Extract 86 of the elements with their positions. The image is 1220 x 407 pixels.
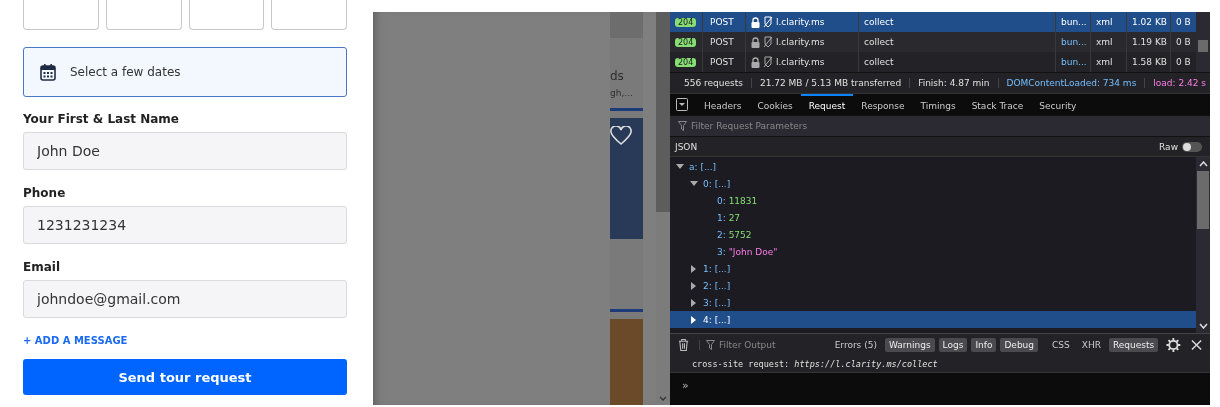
panel-toggle-icon[interactable] <box>676 98 688 111</box>
tree-row[interactable]: a: [...] <box>670 158 1196 175</box>
tree-row[interactable]: 2: 5752 <box>670 226 1196 243</box>
tree-row[interactable]: 3: "John Doe" <box>670 243 1196 260</box>
tab[interactable]: Cookies <box>749 94 801 115</box>
raw-toggle[interactable] <box>1182 141 1202 152</box>
send-button[interactable]: Send tour request <box>23 359 347 395</box>
photo-placeholder <box>610 12 643 38</box>
tree-row[interactable]: 3: [...] <box>670 294 1196 311</box>
log-filter-button[interactable]: Requests <box>1108 338 1159 352</box>
tab[interactable]: Stack Trace <box>963 94 1032 115</box>
chevron-up-icon[interactable] <box>1198 161 1208 167</box>
calendar-icon <box>40 63 56 81</box>
input-field[interactable]: John Doe <box>23 132 347 170</box>
tab[interactable]: Security <box>1031 94 1085 115</box>
lock-icon <box>751 36 760 48</box>
tab[interactable]: Timings <box>912 94 964 115</box>
log-filter-button[interactable]: Debug <box>1000 338 1039 352</box>
log-filter-button[interactable]: XHR <box>1077 338 1105 352</box>
status-badge: 204 <box>675 37 697 47</box>
lock-icon <box>751 56 760 68</box>
trash-icon[interactable] <box>678 338 690 352</box>
filter-field[interactable]: Filter Request Parameters <box>670 115 1210 136</box>
field-label: Your First & Last Name <box>23 112 180 126</box>
output-filter-field[interactable]: Filter Output <box>699 340 817 350</box>
tracker-icon <box>763 56 773 68</box>
filter-icon <box>706 340 716 350</box>
heart-icon[interactable] <box>610 126 632 146</box>
request-row[interactable]: 204 POST l.clarity.ms collect bun... xml 1.02 KB 0 B <box>670 12 1196 32</box>
tree-row[interactable]: 0: 11831 <box>670 192 1196 209</box>
filter-icon <box>678 121 687 131</box>
tracker-icon <box>763 16 773 28</box>
disclosure-triangle-icon[interactable] <box>690 281 698 290</box>
scrollbar[interactable] <box>1196 157 1210 333</box>
disclosure-triangle-icon[interactable] <box>690 315 698 324</box>
domain-cell: l.clarity.ms <box>776 37 825 47</box>
status-badge: 204 <box>675 17 697 27</box>
console-prompt: » <box>682 379 689 392</box>
listing-title: ds <box>610 69 625 83</box>
listing-address: gh,... <box>610 88 634 98</box>
date-picker-placeholder: Select a few dates <box>70 65 181 79</box>
request-count: 556 requests <box>676 78 752 88</box>
disclosure-triangle-icon[interactable] <box>690 179 698 188</box>
tree-row[interactable]: 1: 27 <box>670 209 1196 226</box>
disclosure-triangle-icon[interactable] <box>690 298 698 307</box>
finish-time: Finish: 4.87 min <box>910 78 999 88</box>
size-cell-text: 0 B <box>1175 16 1192 29</box>
log-filter-button[interactable]: Info <box>971 338 997 352</box>
log-filter-button[interactable]: CSS <box>1048 338 1074 352</box>
domain-cell: l.clarity.ms <box>776 17 825 27</box>
transferred-summary: 21.72 MB / 5.13 MB transferred <box>751 78 911 88</box>
size-cell-text: 0 B <box>1175 36 1192 49</box>
disclosure-triangle-icon[interactable] <box>676 162 684 171</box>
raw-label: Raw <box>1159 141 1178 152</box>
status-badge: 204 <box>675 57 697 67</box>
tree-row[interactable]: 2: [...] <box>670 277 1196 294</box>
log-filter-button[interactable]: Errors (5) <box>830 338 881 352</box>
request-row[interactable]: 204 POST l.clarity.ms collect bun... xml 1.19 KB 0 B <box>670 32 1196 52</box>
scrollbar[interactable] <box>1196 12 1210 72</box>
input-field[interactable]: johndoe@gmail.com <box>23 280 347 318</box>
date-picker[interactable]: Select a few dates <box>23 47 347 97</box>
tree-row[interactable]: 1: [...] <box>670 260 1196 277</box>
add-message-link[interactable]: + ADD A MESSAGE <box>23 335 347 346</box>
json-header: JSON <box>675 141 698 152</box>
field-label: Email <box>23 260 62 274</box>
tab[interactable]: Response <box>853 94 913 115</box>
size-cell-text: 0 B <box>1175 56 1192 69</box>
field-label: Phone <box>23 186 67 200</box>
page-scrollbar[interactable] <box>656 12 670 405</box>
tree-row[interactable]: 0: [...] <box>670 175 1196 192</box>
tree-row[interactable]: 4: [...] <box>670 311 1196 328</box>
tab[interactable]: Headers <box>696 94 750 115</box>
filter-placeholder: Filter Request Parameters <box>691 121 808 131</box>
dom-loaded-time: DOMContentLoaded: 734 ms <box>998 78 1146 88</box>
console-message: cross-site request: https://l.clarity.ms/collect <box>670 356 1210 372</box>
tracker-icon <box>763 36 773 48</box>
load-time: load: 2.42 s <box>1152 78 1208 88</box>
close-icon[interactable] <box>1190 339 1202 351</box>
filter-placeholder: Filter Output <box>719 340 776 350</box>
lock-icon <box>751 16 760 28</box>
input-field[interactable]: 1231231234 <box>23 206 347 244</box>
log-filter-button[interactable]: Warnings <box>884 338 935 352</box>
settings-icon[interactable] <box>1166 337 1181 353</box>
domain-cell: l.clarity.ms <box>776 57 825 67</box>
log-filter-button[interactable]: Logs <box>938 338 968 352</box>
disclosure-triangle-icon[interactable] <box>690 264 698 273</box>
